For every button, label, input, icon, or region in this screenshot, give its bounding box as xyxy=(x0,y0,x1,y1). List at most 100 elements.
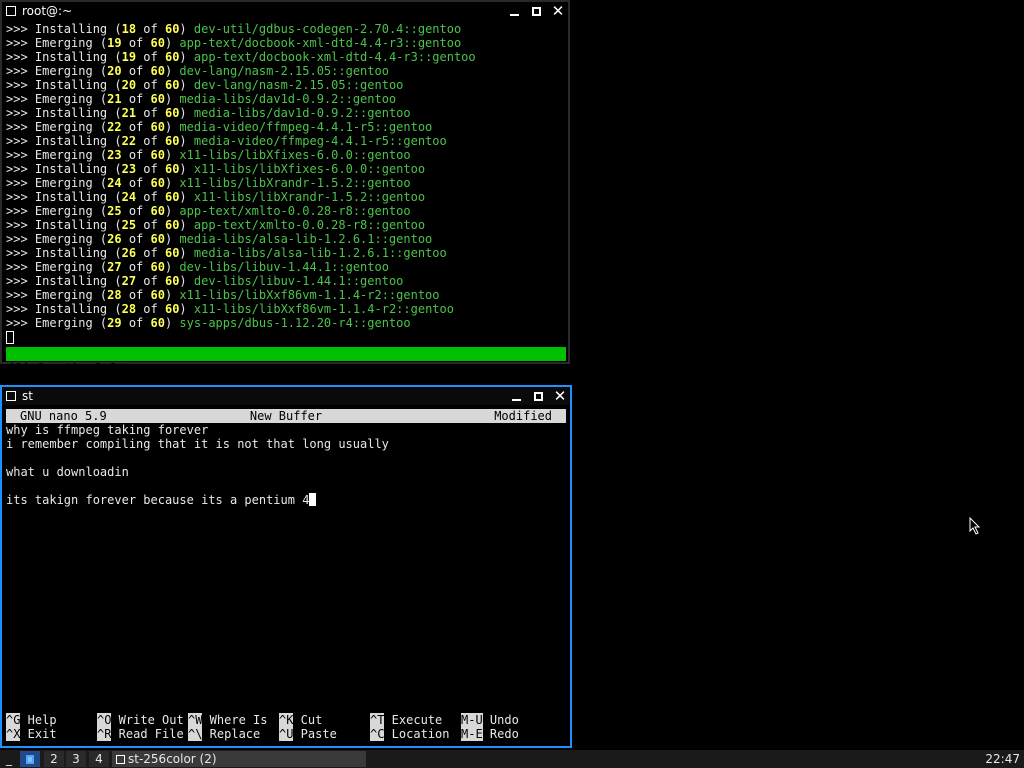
package-name: media-libs/alsa-lib-1.2.6.1::gentoo xyxy=(179,232,433,246)
maximize-button[interactable] xyxy=(532,390,544,402)
workspace-2-button[interactable]: 2 xyxy=(44,751,64,767)
terminal-window-emerge[interactable]: root@:~ ✕ >>> Installing (18 of 60) dev-… xyxy=(0,0,570,389)
nano-modified-status: Modified xyxy=(494,409,552,423)
of-word: of xyxy=(136,162,165,176)
package-name: app-text/xmlto-0.0.28-r8::gentoo xyxy=(179,204,411,218)
close-button[interactable]: ✕ xyxy=(554,389,567,404)
emerge-count: 20 xyxy=(121,78,137,92)
emerge-count: 28 xyxy=(107,288,122,302)
shortcut-label: Replace xyxy=(202,727,261,741)
nano-line-text: why is ffmpeg taking forever xyxy=(6,423,209,437)
emerge-total: 60 xyxy=(164,246,180,260)
paren: ( xyxy=(114,218,122,232)
paren: ( xyxy=(114,134,122,148)
taskbar-menu-button[interactable]: _ xyxy=(6,750,12,768)
paren: ) xyxy=(179,190,194,204)
emerge-action: >>> Emerging xyxy=(6,288,100,302)
taskbar: _ 2 3 4 st-256color (2) 22:47 xyxy=(0,750,1024,768)
nano-shortcut: M-U Undo xyxy=(461,713,552,727)
emerge-action: >>> Installing xyxy=(6,162,115,176)
terminal-window-nano[interactable]: st ✕ GNU nano 5.9 New Buffer Modified wh… xyxy=(0,385,572,748)
shortcut-key: ^R xyxy=(97,727,112,741)
of-word: of xyxy=(136,246,165,260)
window-icon[interactable] xyxy=(6,391,16,401)
of-word: of xyxy=(121,288,151,302)
nano-shortcut: ^W Where Is xyxy=(188,713,279,727)
workspace-3-button[interactable]: 3 xyxy=(66,751,86,767)
emerge-total: 60 xyxy=(164,162,180,176)
terminal-line: >>> Installing (22 of 60) media-video/ff… xyxy=(6,134,568,148)
terminal-line: >>> Installing (20 of 60) dev-lang/nasm-… xyxy=(6,78,568,92)
paren: ) xyxy=(179,274,194,288)
paren: ) xyxy=(164,288,180,302)
emerge-count: 23 xyxy=(121,162,137,176)
of-word: of xyxy=(121,148,151,162)
shortcut-key: ^T xyxy=(370,713,385,727)
paren: ( xyxy=(114,22,122,36)
emerge-action: >>> Installing xyxy=(6,190,115,204)
paren: ( xyxy=(114,302,122,316)
emerge-action: >>> Emerging xyxy=(6,204,100,218)
mouse-pointer-icon xyxy=(969,517,981,535)
package-name: media-libs/alsa-lib-1.2.6.1::gentoo xyxy=(193,246,447,260)
taskbar-task-button[interactable]: st-256color (2) xyxy=(112,751,366,767)
minimize-button[interactable] xyxy=(508,5,520,17)
emerge-action: >>> Installing xyxy=(6,246,115,260)
of-word: of xyxy=(136,134,165,148)
close-button[interactable]: ✕ xyxy=(551,2,565,20)
paren: ) xyxy=(164,120,180,134)
nano-shortcut: ^O Write Out xyxy=(97,713,188,727)
shortcut-key: ^K xyxy=(279,713,294,727)
paren: ) xyxy=(179,106,194,120)
maximize-button[interactable] xyxy=(530,5,542,17)
emerge-count: 27 xyxy=(121,274,137,288)
nano-shortcut-row: ^G Help ^O Write Out ^W Where Is ^K Cut ^T E… xyxy=(6,713,552,727)
emerge-action: >>> Emerging xyxy=(6,316,100,330)
paren: ) xyxy=(179,78,194,92)
nano-line-text: its takign forever because its a pentium… xyxy=(6,493,310,507)
terminal-line: >>> Emerging (25 of 60) app-text/xmlto-0… xyxy=(6,204,568,218)
minimize-button[interactable] xyxy=(510,390,522,402)
package-name: media-libs/dav1d-0.9.2::gentoo xyxy=(179,92,397,106)
nano-line-text: i remember compiling that it is not that… xyxy=(6,437,389,451)
package-name: dev-util/gdbus-codegen-2.70.4::gentoo xyxy=(193,22,462,36)
paren: ) xyxy=(164,92,180,106)
close-icon: ✕ xyxy=(551,2,565,20)
terminal-line: >>> Emerging (21 of 60) media-libs/dav1d… xyxy=(6,92,568,106)
of-word: of xyxy=(136,274,165,288)
maximize-icon xyxy=(533,391,543,401)
paren: ) xyxy=(179,302,194,316)
emerge-count: 28 xyxy=(121,302,137,316)
emerge-total: 60 xyxy=(150,176,165,190)
shortcut-label: Write Out xyxy=(111,713,184,727)
emerge-action: >>> Emerging xyxy=(6,232,100,246)
workspace-4-button[interactable]: 4 xyxy=(89,751,109,767)
terminal-line: >>> Emerging (20 of 60) dev-lang/nasm-2.… xyxy=(6,64,568,78)
nano-editor-text[interactable]: why is ffmpeg taking forever i remember c… xyxy=(2,423,570,507)
window-title: root@:~ xyxy=(22,4,73,18)
shortcut-key: ^G xyxy=(6,713,21,727)
paren: ) xyxy=(164,176,180,190)
window-titlebar[interactable]: st ✕ xyxy=(2,387,570,405)
terminal-output[interactable]: >>> Installing (18 of 60) dev-util/gdbus… xyxy=(2,20,568,344)
paren: ) xyxy=(164,64,180,78)
emerge-action: >>> Emerging xyxy=(6,176,100,190)
emerge-action: >>> Emerging xyxy=(6,120,100,134)
paren: ) xyxy=(179,162,194,176)
package-name: app-text/docbook-xml-dtd-4.4-r3::gentoo xyxy=(193,50,476,64)
shortcut-key: ^X xyxy=(6,727,21,741)
emerge-total: 60 xyxy=(150,288,165,302)
shortcut-label: Cut xyxy=(293,713,323,727)
window-icon[interactable] xyxy=(6,6,16,16)
workspace-1-button[interactable] xyxy=(20,751,40,767)
nano-text-line: what u downloadin xyxy=(6,465,570,479)
nano-text-line: i remember compiling that it is not that… xyxy=(6,437,570,451)
paren: ( xyxy=(114,190,122,204)
shortcut-key: ^U xyxy=(279,727,294,741)
window-titlebar[interactable]: root@:~ ✕ xyxy=(2,2,568,20)
emerge-count: 18 xyxy=(121,22,137,36)
terminal-cursor xyxy=(6,331,14,344)
shortcut-label: Exit xyxy=(20,727,57,741)
emerge-count: 26 xyxy=(121,246,137,260)
emerge-count: 21 xyxy=(121,106,137,120)
